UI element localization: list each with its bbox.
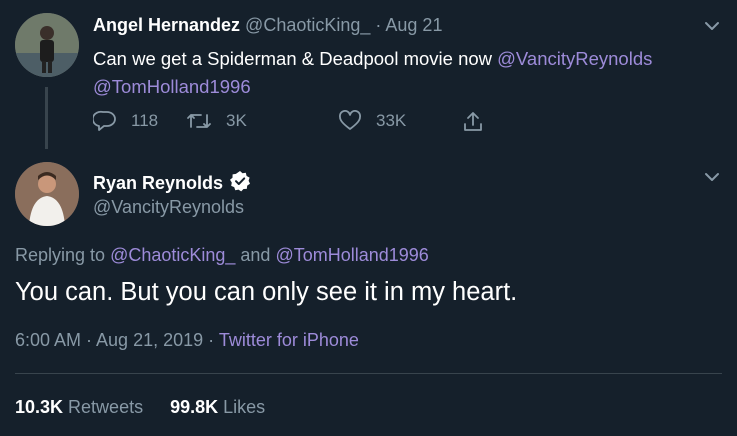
reply-icon [93,110,116,131]
thread-connector-line [45,87,48,149]
retweet-count: 3K [226,111,247,130]
replying-to-line: Replying to @ChaoticKing_ and @TomHollan… [15,245,429,266]
tweet1-mention-vancityreynolds[interactable]: @VancityReynolds [497,48,652,69]
tweet2-name-row: Ryan Reynolds [93,170,251,197]
retweet-button[interactable]: 3K [186,110,247,132]
tweet1-action-bar: 118 3K 33K [93,110,513,138]
like-button[interactable]: 33K [338,110,406,132]
meta-separator: · [203,330,219,350]
tweet2-client-link[interactable]: Twitter for iPhone [219,330,359,350]
replying-and: and [235,245,276,265]
retweets-stat[interactable]: 10.3K Retweets [15,397,143,418]
tweet1-header: Angel Hernandez @ChaoticKing_ · Aug 21 [93,15,442,36]
tweet1-mention-tomholland[interactable]: @TomHolland1996 [93,76,251,97]
retweets-stat-label: Retweets [63,397,144,417]
angel-avatar[interactable] [15,13,79,77]
tweet2-meta: 6:00 AM · Aug 21, 2019 · Twitter for iPh… [15,330,359,351]
share-icon [464,112,482,131]
retweet-icon [187,114,211,128]
reply-mention-tomholland[interactable]: @TomHolland1996 [275,245,428,265]
tweet2-author-name[interactable]: Ryan Reynolds [93,173,223,194]
share-button[interactable] [461,110,499,134]
tweet1-author-name[interactable]: Angel Hernandez [93,15,240,35]
tweet2-handle[interactable]: @VancityReynolds [93,197,244,218]
tweet2-text: You can. But you can only see it in my h… [15,278,518,306]
tweet2-chevron-down-icon[interactable] [702,167,722,187]
tweet1-handle[interactable]: @ChaoticKing_ [245,15,370,35]
tweet1-separator: · [370,15,386,35]
tweet1-text: Can we get a Spiderman & Deadpool movie … [93,45,713,101]
likes-stat-count: 99.8K [170,397,219,417]
like-count: 33K [376,111,407,130]
stats-divider [15,373,722,374]
replying-to-label: Replying to [15,245,111,265]
tweet1-date[interactable]: Aug 21 [385,15,442,35]
reply-count: 118 [131,111,159,130]
retweets-stat-count: 10.3K [15,397,64,417]
verified-badge-icon [229,170,251,197]
reply-mention-chaoticking[interactable]: @ChaoticKing_ [110,245,235,265]
ryan-avatar[interactable] [15,162,79,226]
likes-stat-label: Likes [218,397,266,417]
tweet1-text-body: Can we get a Spiderman & Deadpool movie … [93,48,498,69]
likes-stat[interactable]: 99.8K Likes [170,397,265,418]
heart-icon [339,110,361,130]
tweet2-stats: 10.3K Retweets 99.8K Likes [15,397,292,418]
reply-button[interactable]: 118 [93,110,158,132]
tweet1-chevron-down-icon[interactable] [702,16,722,36]
tweet2-timestamp[interactable]: 6:00 AM · Aug 21, 2019 [15,330,203,350]
